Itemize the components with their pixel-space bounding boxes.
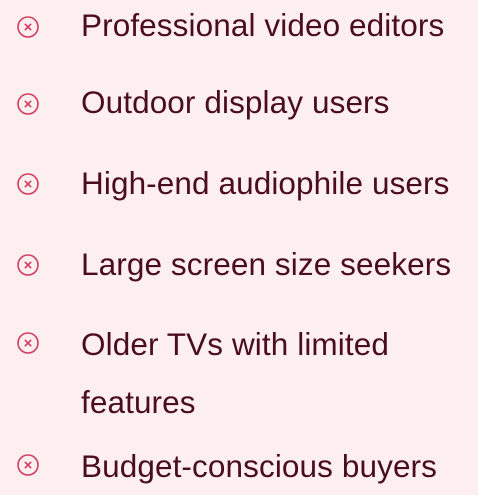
close-circle-icon [17, 454, 39, 476]
list-item-label: Budget-conscious buyers [81, 448, 437, 484]
not-suitable-for-list: Professional video editors Outdoor displ… [0, 0, 478, 491]
list-item-label: Large screen size seekers [81, 246, 452, 282]
list-item-label: Outdoor display users [81, 84, 390, 120]
list-item-label: Professional video editors [81, 7, 445, 43]
list-item-label: Older TVs with limited features [81, 326, 389, 420]
close-circle-icon [17, 16, 39, 38]
close-circle-icon [17, 332, 39, 354]
close-circle-icon [17, 93, 39, 115]
close-circle-icon [17, 254, 39, 276]
close-circle-icon [17, 173, 39, 195]
list-item-label: High-end audiophile users [81, 165, 450, 201]
